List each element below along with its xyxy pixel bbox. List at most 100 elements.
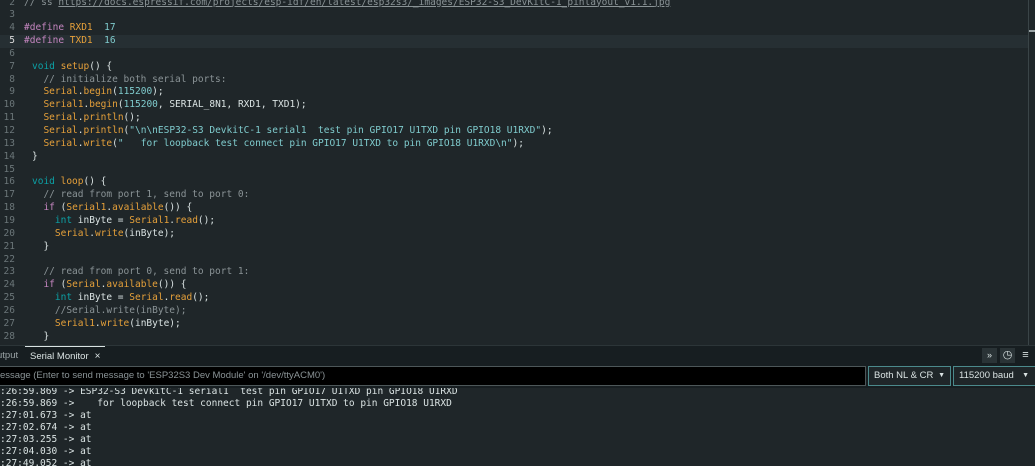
code-editor[interactable]: 2 // ss https://docs.espressif.com/projec…	[0, 0, 1035, 345]
code-token: // read from port 0, send to port 1:	[32, 266, 250, 278]
timestamp-clock-icon[interactable]: ◷	[1000, 348, 1015, 363]
code-token: Serial1	[129, 214, 170, 226]
code-token: Serial1	[66, 202, 107, 214]
code-line[interactable]: 14}	[0, 151, 1028, 164]
code-text: // ss https://docs.espressif.com/project…	[24, 0, 670, 9]
output-line: :27:02.674 -> at	[0, 422, 92, 433]
code-token: #define	[24, 22, 70, 34]
code-line[interactable]: 20 Serial.write(inByte);	[0, 228, 1028, 241]
code-token: void	[32, 60, 61, 72]
code-line[interactable]: 4 #define RXD1 17	[0, 22, 1028, 35]
line-number: 20	[3, 227, 15, 239]
code-token: " for loopback test connect pin GPIO17 U…	[117, 137, 513, 149]
code-line[interactable]: 27 Serial1.write(inByte);	[0, 318, 1028, 331]
code-token: #define	[24, 35, 70, 47]
code-token: 17	[104, 22, 116, 34]
code-line[interactable]: 11 Serial.println();	[0, 112, 1028, 125]
code-line[interactable]: 8 // initialize both serial ports:	[0, 74, 1028, 87]
baud-rate-select[interactable]: 115200 baud ▼	[953, 366, 1035, 386]
editor-scrollbar[interactable]	[1028, 0, 1029, 345]
code-token: write	[94, 227, 124, 239]
code-line[interactable]: 26 //Serial.write(inByte);	[0, 305, 1028, 318]
code-token: Serial	[32, 137, 78, 149]
code-text: Serial.write(" for loopback test connect…	[32, 138, 524, 151]
code-line[interactable]: 19 int inByte = Serial1.read();	[0, 215, 1028, 228]
line-number: 14	[3, 150, 15, 162]
tab-serial-monitor[interactable]: Serial Monitor ×	[25, 346, 106, 366]
code-token: }	[32, 150, 38, 162]
code-line[interactable]: 2 // ss https://docs.espressif.com/projec…	[0, 0, 1028, 9]
code-line[interactable]: 16 void loop() {	[0, 176, 1028, 189]
line-number: 16	[3, 176, 15, 188]
baud-rate-value: 115200 baud	[959, 370, 1014, 381]
code-token: available	[112, 202, 164, 214]
code-line[interactable]: 23 // read from port 0, send to port 1:	[0, 266, 1028, 279]
code-token: if	[32, 279, 61, 291]
code-line[interactable]: 18 if (Serial1.available()) {	[0, 202, 1028, 215]
code-line[interactable]: 24 if (Serial.available()) {	[0, 279, 1028, 292]
line-number: 9	[9, 86, 15, 98]
scrollbar-thumb[interactable]	[1029, 30, 1035, 32]
code-line[interactable]: 15	[0, 164, 1028, 177]
tab-label: Serial Monitor	[30, 351, 89, 362]
autoscroll-icon[interactable]: »	[982, 348, 997, 363]
code-token: // initialize both serial ports:	[32, 73, 227, 85]
line-ending-select[interactable]: Both NL & CR ▼	[868, 366, 951, 386]
line-number: 13	[3, 137, 15, 149]
code-line[interactable]: 25 int inByte = Serial.read();	[0, 292, 1028, 305]
code-link[interactable]: https://docs.espressif.com/projects/esp-…	[58, 0, 670, 8]
code-line[interactable]: 13 Serial.write(" for loopback test conn…	[0, 138, 1028, 151]
output-line: :27:49.052 -> at	[0, 458, 92, 466]
code-token: Serial1	[32, 317, 95, 329]
output-line: :26:59.869 -> for loopback test connect …	[0, 398, 452, 409]
code-line[interactable]: 9 Serial.begin(115200);	[0, 86, 1028, 99]
code-text: void setup() {	[32, 61, 112, 74]
tab-output[interactable]: utput	[0, 346, 18, 366]
code-line[interactable]: 5 #define TXD1 16	[0, 35, 1028, 48]
code-token: available	[106, 279, 158, 291]
code-token: ();	[123, 112, 141, 124]
line-number: 6	[9, 47, 15, 59]
code-text: if (Serial1.available()) {	[32, 202, 192, 215]
code-token: begin	[89, 99, 118, 111]
code-token: );	[541, 125, 553, 136]
code-text: void loop() {	[32, 176, 106, 189]
code-line[interactable]: 17 // read from port 1, send to port 0:	[0, 189, 1028, 202]
code-line[interactable]: 7 void setup() {	[0, 61, 1028, 74]
code-token: }	[32, 330, 50, 342]
code-text: if (Serial.available()) {	[32, 279, 186, 292]
close-icon[interactable]: ×	[95, 351, 101, 362]
code-token: () {	[89, 60, 113, 72]
code-line[interactable]: 12 Serial.println("\n\nESP32-S3 DevkitC-…	[0, 125, 1028, 138]
output-line: :27:01.673 -> at	[0, 410, 92, 421]
code-token: 115200	[123, 99, 158, 111]
code-line[interactable]: 28 }	[0, 331, 1028, 344]
code-token: 115200	[117, 86, 153, 98]
code-token: (inByte);	[129, 317, 181, 329]
clear-output-icon[interactable]: ≡	[1018, 348, 1033, 363]
serial-input-row: essage (Enter to send message to 'ESP32S…	[0, 366, 1035, 388]
code-token: println	[83, 125, 124, 136]
message-input[interactable]: essage (Enter to send message to 'ESP32S…	[0, 366, 866, 386]
line-number: 18	[3, 202, 15, 214]
code-token: int	[32, 214, 78, 226]
code-text: int inByte = Serial.read();	[32, 292, 210, 305]
code-token: TXD1	[69, 35, 93, 47]
code-token: (inByte);	[123, 227, 176, 239]
line-number: 25	[3, 292, 15, 304]
code-line[interactable]: 6	[0, 48, 1028, 61]
serial-output[interactable]: :26:59.869 -> ESP32-S3 DevkitC-1 serial1…	[0, 388, 1035, 466]
chevron-down-icon: ▼	[1022, 372, 1029, 379]
code-line[interactable]: 21 }	[0, 241, 1028, 254]
line-number: 21	[3, 240, 15, 252]
code-text: #define TXD1 16	[24, 35, 116, 48]
code-token: , SERIAL_8N1, RXD1, TXD1);	[157, 99, 307, 111]
code-line[interactable]: 22	[0, 254, 1028, 267]
code-line[interactable]: 3	[0, 9, 1028, 22]
line-number: 23	[3, 266, 15, 278]
code-line[interactable]: 10 Serial1.begin(115200, SERIAL_8N1, RXD…	[0, 99, 1028, 112]
code-token: write	[100, 317, 130, 329]
code-token: }	[32, 240, 50, 252]
line-number: 7	[9, 60, 15, 72]
code-text: int inByte = Serial1.read();	[32, 215, 215, 228]
